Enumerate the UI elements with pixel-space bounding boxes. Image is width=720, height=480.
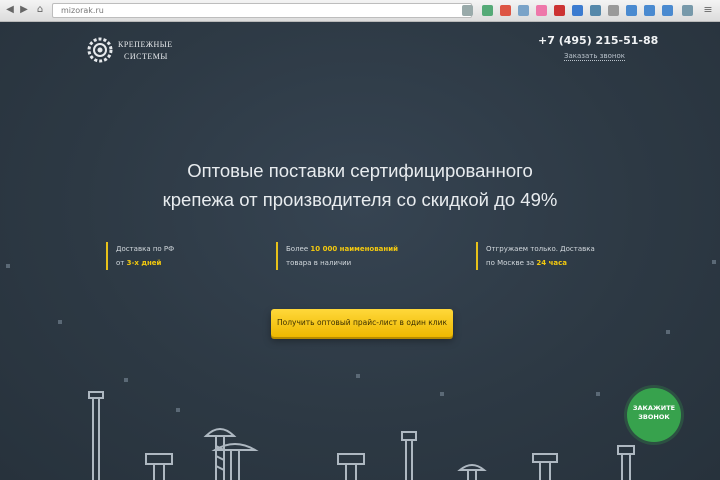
badge-line: ЗВОНОК (638, 413, 670, 421)
bolt-icon (401, 431, 417, 480)
callback-link[interactable]: Заказать звонок (564, 52, 625, 61)
callback-badge[interactable]: ЗАКАЖИТЕ ЗВОНОК (627, 388, 681, 442)
feature-text: Доставка по РФ (116, 245, 175, 253)
menu-icon[interactable]: ≡ (702, 4, 714, 16)
browser-toolbar: ◀ ▶ ⌂ mizorak.ru ≡ (0, 0, 720, 22)
logo-subtitle[interactable]: СИСТЕМЫ (124, 52, 168, 61)
feature-text: товара в наличии (286, 259, 352, 267)
decor-dot (6, 264, 10, 268)
badge-line: ЗАКАЖИТЕ (632, 404, 676, 412)
feature-text: Более (286, 245, 311, 253)
headline-line: крепежа от производителя со скидкой до 4… (162, 189, 558, 210)
feature-highlight: 3-х дней (126, 259, 162, 267)
extension-icon[interactable] (518, 5, 529, 16)
landing-page: КРЕПЕЖНЫЕ СИСТЕМЫ +7 (495) 215-51-88 Зак… (0, 22, 720, 480)
back-icon[interactable]: ◀ (4, 4, 16, 16)
logo-gear-icon[interactable] (86, 36, 114, 64)
forward-icon[interactable]: ▶ (18, 4, 30, 16)
decor-dot (666, 330, 670, 334)
screw-icon (457, 464, 487, 480)
extension-icon[interactable] (572, 5, 583, 16)
address-bar[interactable]: mizorak.ru (52, 3, 472, 18)
screw-icon (203, 428, 237, 480)
extension-icon[interactable] (608, 5, 619, 16)
feature-highlight: 10 000 наименований (310, 245, 399, 253)
bolt-icon (532, 453, 558, 480)
bolt-icon (617, 445, 635, 480)
extension-icon[interactable] (662, 5, 673, 16)
extension-icon[interactable] (644, 5, 655, 16)
extension-icon[interactable] (682, 5, 693, 16)
bolt-icon (88, 391, 104, 480)
extension-icon[interactable] (482, 5, 493, 16)
feature-shipping: Отгружаем только. Доставка по Москве за … (476, 242, 595, 270)
feature-highlight: 24 часа (536, 259, 567, 267)
feature-delivery: Доставка по РФ от 3-х дней (106, 242, 174, 270)
logo-title[interactable]: КРЕПЕЖНЫЕ (118, 40, 173, 49)
phone-number[interactable]: +7 (495) 215-51-88 (538, 34, 658, 47)
decor-dot (58, 320, 62, 324)
feature-assortment: Более 10 000 наименований товара в налич… (276, 242, 398, 270)
screw-icon (211, 443, 259, 480)
fasteners-illustration (88, 391, 635, 480)
bolt-icon (145, 453, 173, 480)
feature-text: от (116, 259, 127, 267)
extension-icon[interactable] (626, 5, 637, 16)
get-price-list-button[interactable]: Получить оптовый прайс-лист в один клик (271, 309, 453, 337)
hero-headline: Оптовые поставки сертифицированного креп… (100, 156, 620, 214)
home-icon[interactable]: ⌂ (34, 4, 46, 16)
decor-dot (712, 260, 716, 264)
bolt-icon (337, 453, 365, 480)
extension-icon[interactable] (500, 5, 511, 16)
extension-icon[interactable] (554, 5, 565, 16)
extension-icon[interactable] (536, 5, 547, 16)
extension-icon[interactable] (590, 5, 601, 16)
feature-text: Отгружаем только. Доставка (486, 245, 595, 253)
address-text: mizorak.ru (61, 6, 104, 15)
headline-line: Оптовые поставки сертифицированного (187, 160, 533, 181)
badge-text: ЗАКАЖИТЕ ЗВОНОК (627, 404, 681, 422)
star-icon[interactable] (462, 5, 473, 16)
feature-text: по Москве за (486, 259, 537, 267)
